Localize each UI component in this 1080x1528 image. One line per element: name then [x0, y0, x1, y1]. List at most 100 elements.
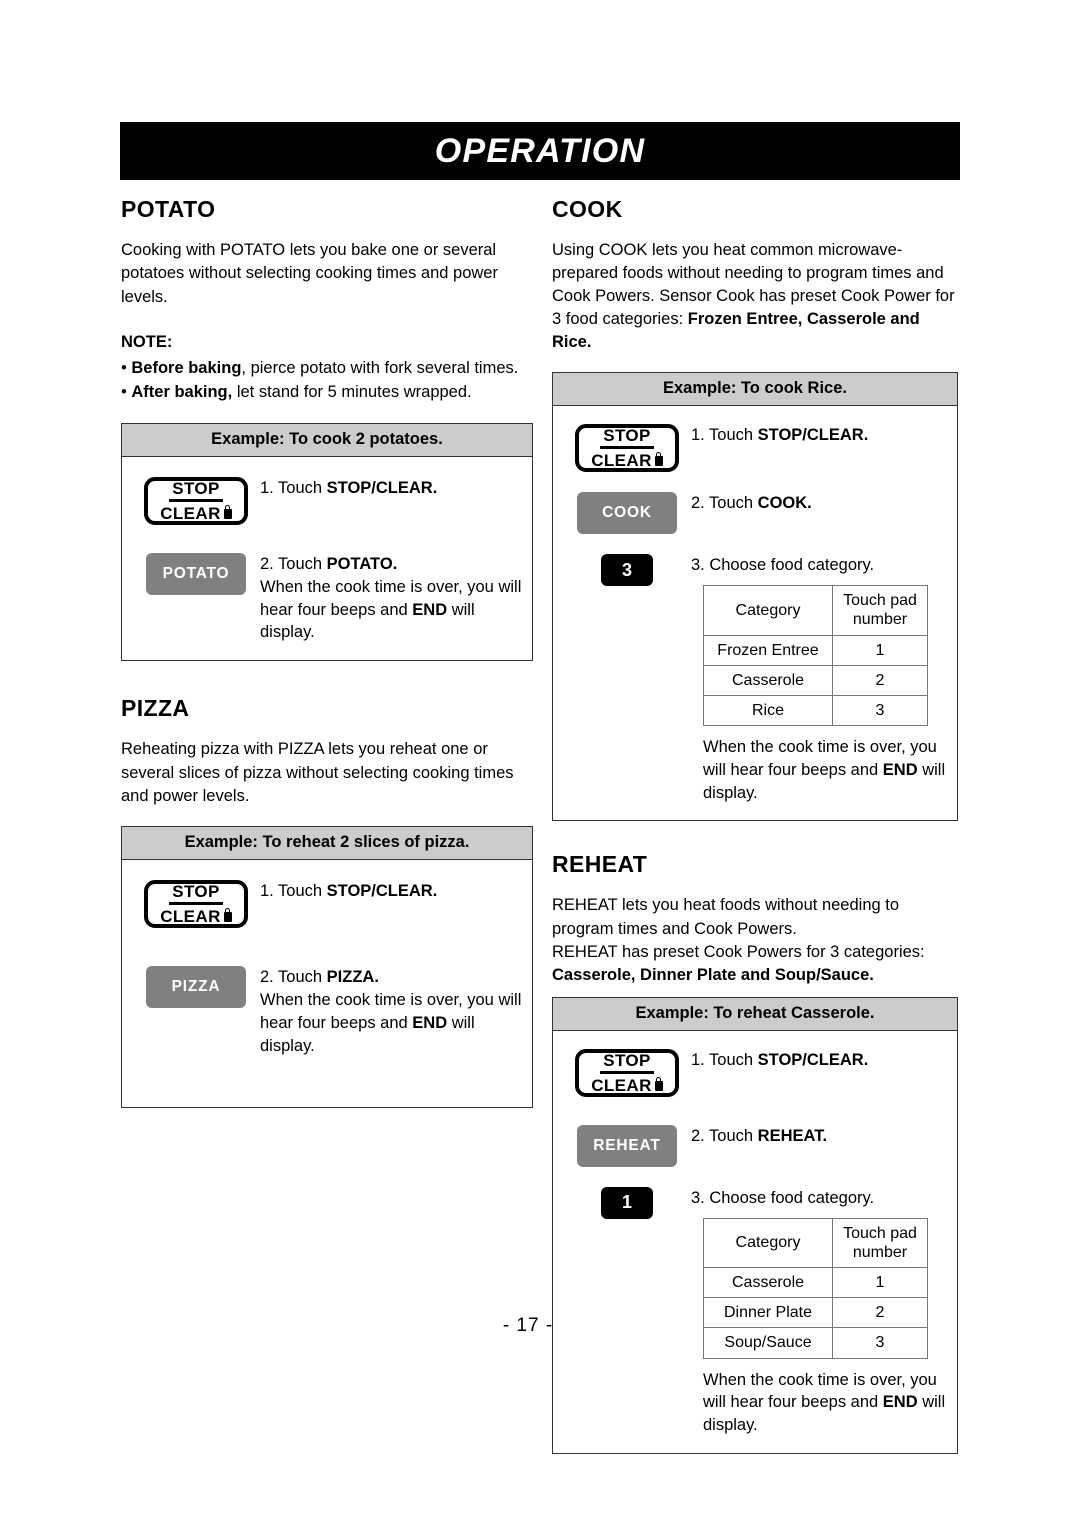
cook-step-2-key: COOK — [563, 490, 691, 535]
cook-step-3-key: 3 — [563, 552, 691, 587]
potato-note-block: NOTE: • Before baking, pierce potato wit… — [121, 331, 533, 405]
pizza-example-title: Example: To reheat 2 slices of pizza. — [122, 827, 532, 861]
page-number-text: - 17 - — [502, 1315, 554, 1336]
left-column: POTATO Cooking with POTATO lets you bake… — [121, 196, 533, 1109]
table-row: Rice 3 — [703, 694, 928, 727]
pizza-heading: PIZZA — [121, 695, 190, 722]
cell-number: 1 — [832, 634, 928, 666]
section-banner: OPERATION — [120, 122, 960, 180]
reheat-step-2-key: REHEAT — [563, 1123, 691, 1167]
pizza-key[interactable]: PIZZA — [146, 966, 246, 1009]
potato-example-title: Example: To cook 2 potatoes. — [122, 424, 532, 458]
header-touch-pad-number: Touch pad number — [832, 585, 928, 636]
potato-step-1-text: 1. Touch STOP/CLEAR. — [260, 479, 438, 498]
stop-clear-key[interactable]: STOP CLEAR — [575, 424, 679, 473]
right-column: COOK Using COOK lets you heat common mic… — [552, 196, 958, 1454]
pizza-step-1-text: 1. Touch STOP/CLEAR. — [260, 882, 438, 901]
manual-page: OPERATION POTATO Cooking with POTATO let… — [0, 0, 1080, 1528]
lock-icon — [654, 452, 663, 467]
header-touch-pad-number: Touch pad number — [832, 1217, 928, 1268]
clear-label: CLEAR — [160, 905, 232, 925]
reheat-step-1-text: 1. Touch STOP/CLEAR. — [691, 1050, 869, 1069]
banner-title: OPERATION — [434, 131, 646, 170]
cook-step-2: COOK 2. Touch COOK. — [563, 490, 947, 535]
stop-clear-key[interactable]: STOP CLEAR — [144, 477, 248, 526]
pizza-key-label: PIZZA — [171, 978, 221, 996]
cell-number: 2 — [832, 664, 928, 696]
stop-clear-key[interactable]: STOP CLEAR — [144, 880, 248, 929]
number-pad-1-key[interactable]: 1 — [601, 1186, 653, 1219]
cook-example-box: Example: To cook Rice. STOP CLEAR 1. Tou… — [552, 372, 958, 822]
cook-step-1-key: STOP CLEAR — [563, 422, 691, 473]
reheat-step-1-key: STOP CLEAR — [563, 1047, 691, 1097]
cell-number: 3 — [832, 694, 928, 727]
stop-label: STOP — [169, 883, 223, 906]
pizza-step-1: STOP CLEAR 1. Touch STOP/CLEAR. — [132, 878, 522, 929]
cook-example-title: Example: To cook Rice. — [553, 373, 957, 407]
cook-step-2-text: 2. Touch COOK. — [691, 494, 812, 513]
pizza-step-1-key: STOP CLEAR — [132, 878, 260, 929]
potato-intro: Cooking with POTATO lets you bake one or… — [121, 241, 498, 306]
clear-label: CLEAR — [591, 1074, 663, 1094]
potato-step-1-key: STOP CLEAR — [132, 475, 260, 526]
cook-step-1-text: 1. Touch STOP/CLEAR. — [691, 426, 869, 445]
potato-step-2-key: POTATO — [132, 551, 260, 596]
cell-category: Casserole — [703, 664, 833, 696]
cell-number: 1 — [832, 1266, 928, 1299]
clear-label: CLEAR — [160, 502, 232, 522]
cook-key-label: COOK — [602, 504, 652, 522]
note-heading: NOTE: — [121, 333, 173, 352]
cell-category: Casserole — [703, 1266, 833, 1299]
cook-step-3-text: 3. Choose food category. Category Touch … — [691, 552, 947, 804]
page-number: - 17 - — [0, 1315, 1080, 1337]
reheat-step-2: REHEAT 2. Touch REHEAT. — [563, 1123, 947, 1167]
cook-key[interactable]: COOK — [577, 492, 677, 535]
note-line-2: • After baking, let stand for 5 minutes … — [121, 383, 472, 402]
reheat-key[interactable]: REHEAT — [577, 1124, 677, 1167]
number-pad-3-key[interactable]: 3 — [601, 554, 653, 587]
pizza-intro: Reheating pizza with PIZZA lets you rehe… — [121, 740, 514, 805]
cook-heading: COOK — [552, 196, 623, 222]
pizza-step-2-key: PIZZA — [132, 964, 260, 1009]
reheat-key-label: REHEAT — [593, 1136, 661, 1154]
reheat-step-2-text: 2. Touch REHEAT. — [691, 1126, 828, 1145]
lock-icon — [223, 505, 232, 520]
potato-step-1: STOP CLEAR 1. Touch STOP/CLEAR. — [132, 475, 522, 526]
stop-label: STOP — [169, 480, 223, 503]
potato-key-label: POTATO — [162, 565, 230, 583]
lock-icon — [223, 908, 232, 923]
reheat-example-box: Example: To reheat Casserole. STOP CLEAR… — [552, 996, 958, 1454]
potato-closing: When the cook time is over, you will hea… — [260, 577, 522, 642]
cook-category-table: Category Touch pad number Frozen Entree 1 — [703, 585, 928, 727]
header-category: Category — [703, 1217, 833, 1268]
reheat-heading: REHEAT — [552, 851, 648, 878]
pizza-closing: When the cook time is over, you will hea… — [260, 991, 522, 1055]
table-header-row: Category Touch pad number — [703, 585, 928, 636]
reheat-intro: REHEAT lets you heat foods without needi… — [552, 896, 925, 984]
reheat-step-1: STOP CLEAR 1. Touch STOP/CLEAR. — [563, 1047, 947, 1097]
potato-step-2-text: 2. Touch POTATO. When the cook time is o… — [260, 555, 522, 642]
cook-step-1: STOP CLEAR 1. Touch STOP/CLEAR. — [563, 422, 947, 473]
potato-example-box: Example: To cook 2 potatoes. STOP CLEAR … — [121, 423, 533, 662]
header-category: Category — [703, 585, 833, 636]
cell-category: Frozen Entree — [703, 634, 833, 666]
potato-heading: POTATO — [121, 196, 216, 222]
lock-icon — [654, 1076, 663, 1091]
reheat-example-title: Example: To reheat Casserole. — [553, 997, 957, 1031]
reheat-step-3-key: 1 — [563, 1185, 691, 1219]
reheat-step-3: 1 3. Choose food category. Category Touc… — [563, 1185, 947, 1437]
potato-step-2: POTATO 2. Touch POTATO. When the cook ti… — [132, 551, 522, 644]
reheat-category-table: Category Touch pad number Casserole 1 Din — [703, 1217, 928, 1359]
stop-label: STOP — [600, 427, 654, 450]
reheat-closing: When the cook time is over, you will hea… — [703, 1370, 946, 1435]
number-pad-3-label: 3 — [621, 559, 632, 580]
potato-key[interactable]: POTATO — [146, 553, 246, 596]
table-header-row: Category Touch pad number — [703, 1217, 928, 1268]
reheat-step-3-text: 3. Choose food category. Category Touch … — [691, 1185, 947, 1437]
cook-intro: Using COOK lets you heat common microwav… — [552, 241, 955, 352]
stop-label: STOP — [600, 1052, 654, 1074]
clear-label: CLEAR — [591, 449, 663, 469]
cell-category: Rice — [703, 694, 833, 727]
table-row: Frozen Entree 1 — [703, 634, 928, 666]
stop-clear-key[interactable]: STOP CLEAR — [575, 1048, 679, 1097]
